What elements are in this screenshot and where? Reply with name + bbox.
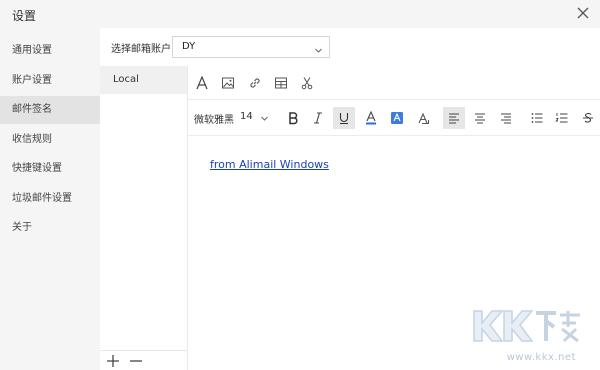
table-icon[interactable] [271, 73, 291, 93]
strikethrough-icon[interactable] [578, 108, 598, 128]
font-size-select[interactable]: 14 [240, 111, 253, 122]
italic-icon[interactable] [308, 108, 328, 128]
signature-list: Local [100, 66, 188, 370]
sidebar-item-shortcuts[interactable]: 快捷键设置 [0, 155, 100, 183]
signature-item[interactable]: Local [100, 66, 187, 94]
plus-icon[interactable] [105, 353, 121, 369]
account-select-value: DY [182, 41, 196, 52]
watermark-logo [464, 307, 584, 347]
bold-icon[interactable] [283, 108, 303, 128]
account-select[interactable]: DY [172, 36, 330, 58]
font-name-select[interactable]: 微软雅黑 [194, 111, 234, 126]
sidebar-item-label: 快捷键设置 [12, 163, 62, 174]
sidebar-item-signature[interactable]: 邮件签名 [0, 96, 100, 124]
clear-format-icon[interactable] [413, 108, 433, 128]
cut-icon[interactable] [297, 73, 317, 93]
sidebar-item-rules[interactable]: 收信规则 [0, 126, 100, 154]
align-left-icon[interactable] [443, 107, 465, 129]
insert-toolbar [188, 66, 600, 100]
sidebar-item-label: 通用设置 [12, 45, 52, 56]
chevron-down-icon [314, 43, 323, 53]
align-right-icon[interactable] [496, 108, 516, 128]
sidebar-item-label: 垃圾邮件设置 [12, 193, 72, 204]
font-style-icon[interactable] [192, 73, 212, 93]
sidebar-item-about[interactable]: 关于 [0, 214, 100, 242]
window-title: 设置 [12, 9, 37, 23]
sidebar-item-account[interactable]: 账户设置 [0, 67, 100, 95]
minus-icon[interactable] [128, 353, 144, 369]
chevron-down-icon[interactable] [258, 109, 270, 127]
link-icon[interactable] [245, 73, 265, 93]
underline-icon[interactable] [333, 107, 355, 129]
sidebar-item-general[interactable]: 通用设置 [0, 37, 100, 65]
signature-list-actions [100, 350, 188, 370]
watermark-url: www.kkx.net [506, 352, 576, 363]
align-center-icon[interactable] [470, 108, 490, 128]
close-icon[interactable] [574, 4, 592, 22]
settings-sidebar: 通用设置 账户设置 邮件签名 收信规则 快捷键设置 垃圾邮件设置 关于 [0, 28, 100, 370]
font-color-icon[interactable] [361, 108, 381, 128]
image-icon[interactable] [218, 73, 238, 93]
numbered-list-icon[interactable] [552, 108, 572, 128]
title-bar: 设置 [0, 0, 600, 28]
bullet-list-icon[interactable] [527, 108, 547, 128]
sidebar-item-label: 收信规则 [12, 134, 52, 145]
signature-item-label: Local [113, 74, 139, 85]
account-select-label: 选择邮箱账户 [111, 44, 171, 55]
sidebar-item-label: 账户设置 [12, 75, 52, 86]
highlight-icon[interactable] [387, 108, 407, 128]
format-toolbar: 微软雅黑 14 [188, 100, 600, 136]
sidebar-item-label: 邮件签名 [12, 104, 52, 115]
sidebar-item-label: 关于 [12, 222, 32, 233]
sidebar-item-spam[interactable]: 垃圾邮件设置 [0, 185, 100, 213]
watermark: www.kkx.net [460, 305, 590, 365]
signature-link[interactable]: from Alimail Windows [210, 158, 329, 171]
